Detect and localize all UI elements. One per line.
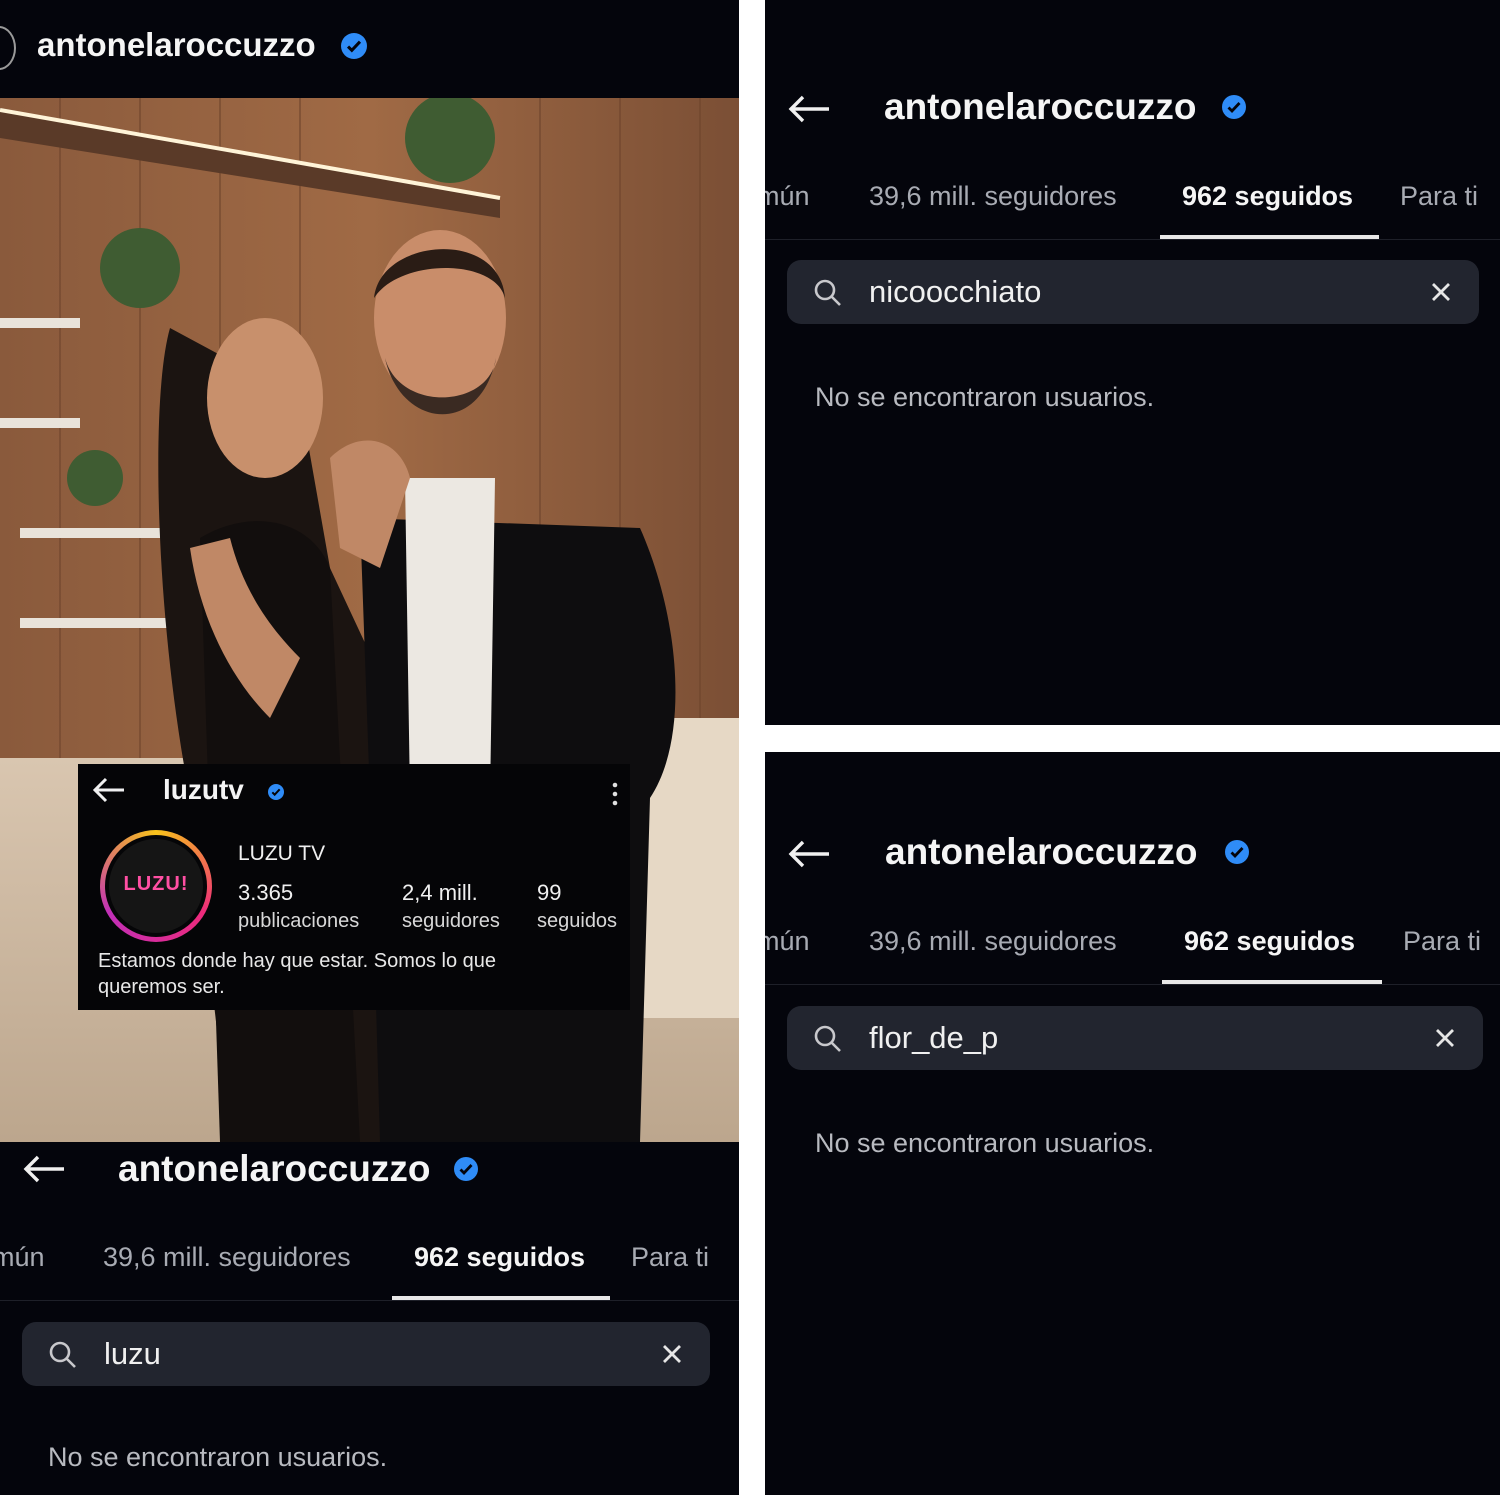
tab-divider <box>765 239 1500 240</box>
screen-username: antonelaroccuzzo <box>885 831 1198 872</box>
overlay-avatar[interactable]: LUZU! <box>100 830 212 942</box>
left-panel: antonelaroccuzzo luzutv LUZU! LUZU TV 3.… <box>0 0 739 1495</box>
tab-for-you[interactable]: Para ti <box>631 1242 709 1273</box>
following-search-screen-3: antonelaroccuzzo mún 39,6 mill. seguidor… <box>765 752 1500 1495</box>
search-icon <box>814 279 841 306</box>
back-arrow-icon[interactable] <box>787 94 831 124</box>
search-field[interactable]: nicoocchiato <box>787 260 1479 324</box>
stat-value: 3.365 <box>238 880 294 905</box>
tab-followers[interactable]: 39,6 mill. seguidores <box>103 1242 351 1273</box>
screen-username: antonelaroccuzzo <box>118 1148 431 1189</box>
stat-label: publicaciones <box>238 910 360 932</box>
tab-for-you[interactable]: Para ti <box>1403 926 1481 957</box>
tab-divider <box>765 984 1500 985</box>
stat-value: 99 <box>537 880 562 905</box>
search-input[interactable]: nicoocchiato <box>869 274 1041 310</box>
stat-following[interactable]: 99 seguidos <box>537 880 617 933</box>
verified-badge-icon <box>341 33 367 59</box>
post-username[interactable]: antonelaroccuzzo <box>37 26 316 64</box>
search-icon <box>814 1025 841 1052</box>
clear-search-icon[interactable] <box>1429 280 1453 304</box>
tab-followers[interactable]: 39,6 mill. seguidores <box>869 181 1117 212</box>
clear-search-icon[interactable] <box>660 1342 684 1366</box>
avatar[interactable] <box>0 26 16 70</box>
tab-mutual[interactable]: mún <box>765 926 810 957</box>
verified-badge-icon <box>1222 95 1246 119</box>
search-field[interactable]: flor_de_p <box>787 1006 1483 1070</box>
following-search-screen-1: antonelaroccuzzo mún 39,6 mill. seguidor… <box>0 1142 739 1495</box>
search-input[interactable]: flor_de_p <box>869 1020 998 1056</box>
verified-badge-icon <box>454 1157 478 1181</box>
overlay-username: luzutv <box>163 774 244 805</box>
stat-value: 2,4 mill. <box>402 880 478 905</box>
stat-label: seguidos <box>537 910 618 932</box>
back-arrow-icon[interactable] <box>92 776 126 804</box>
back-arrow-icon[interactable] <box>22 1154 66 1184</box>
overlay-bio: Estamos donde hay que estar. Somos lo qu… <box>98 950 497 998</box>
tab-following[interactable]: 962 seguidos <box>1182 181 1353 212</box>
overlay-display-name: LUZU TV <box>238 842 326 865</box>
post-header: antonelaroccuzzo <box>0 0 739 98</box>
search-input[interactable]: luzu <box>104 1336 161 1372</box>
stat-label: seguidores <box>402 910 500 932</box>
stat-posts[interactable]: 3.365 publicaciones <box>238 880 359 933</box>
no-results-message: No se encontraron usuarios. <box>48 1442 388 1472</box>
avatar-logo-text: LUZU! <box>123 873 189 895</box>
tab-mutual[interactable]: mún <box>0 1242 45 1273</box>
stat-followers[interactable]: 2,4 mill. seguidores <box>402 880 500 933</box>
active-tab-indicator <box>392 1296 610 1300</box>
following-search-screen-2: antonelaroccuzzo mún 39,6 mill. seguidor… <box>765 0 1500 725</box>
tab-following[interactable]: 962 seguidos <box>1184 926 1355 957</box>
screen-username: antonelaroccuzzo <box>884 86 1197 127</box>
tab-divider <box>0 1300 739 1301</box>
tab-mutual[interactable]: mún <box>765 181 810 212</box>
profile-overlay-card[interactable]: luzutv LUZU! LUZU TV 3.365 publicaciones… <box>78 764 630 1010</box>
back-arrow-icon[interactable] <box>787 839 831 869</box>
search-field[interactable]: luzu <box>22 1322 710 1386</box>
no-results-message: No se encontraron usuarios. <box>815 1128 1155 1158</box>
tab-for-you[interactable]: Para ti <box>1400 181 1478 212</box>
active-tab-indicator <box>1162 980 1382 984</box>
clear-search-icon[interactable] <box>1433 1026 1457 1050</box>
verified-badge-icon <box>1225 840 1249 864</box>
no-results-message: No se encontraron usuarios. <box>815 382 1155 412</box>
search-icon <box>49 1341 76 1368</box>
verified-badge-icon <box>268 784 284 800</box>
tab-following[interactable]: 962 seguidos <box>414 1242 585 1273</box>
active-tab-indicator <box>1160 235 1379 239</box>
more-options-icon[interactable] <box>612 782 618 806</box>
tab-followers[interactable]: 39,6 mill. seguidores <box>869 926 1117 957</box>
